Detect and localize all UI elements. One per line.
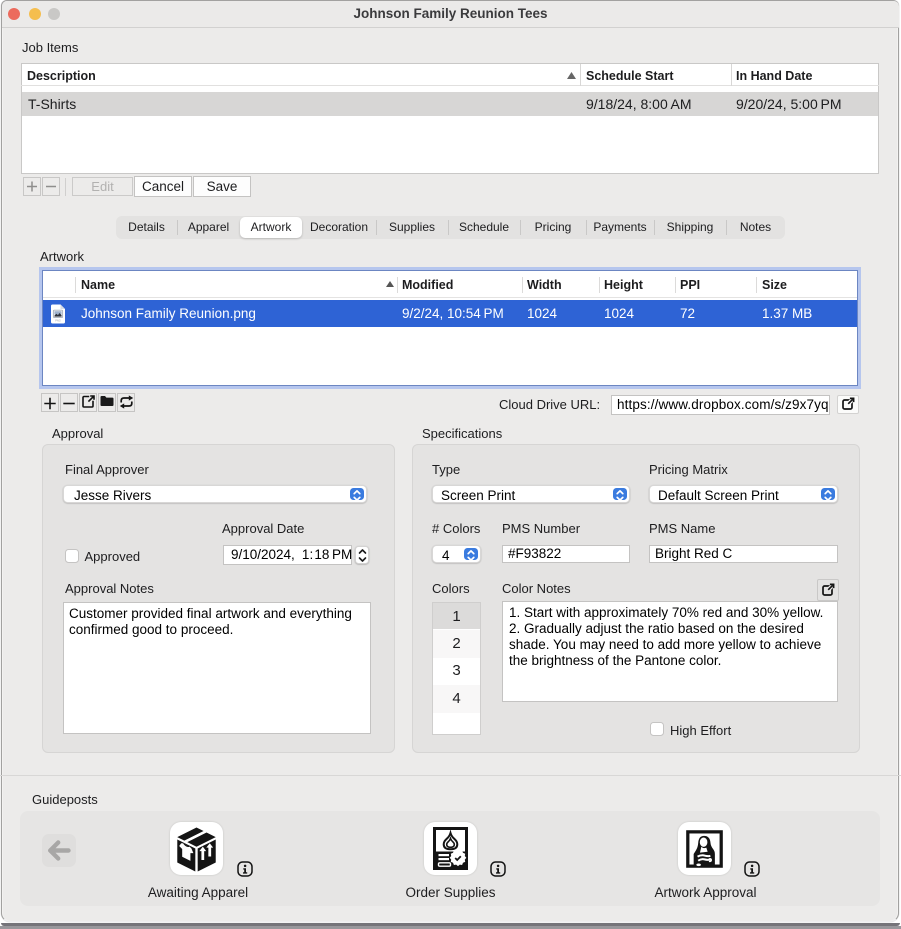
- svg-text:PNG: PNG: [55, 319, 61, 323]
